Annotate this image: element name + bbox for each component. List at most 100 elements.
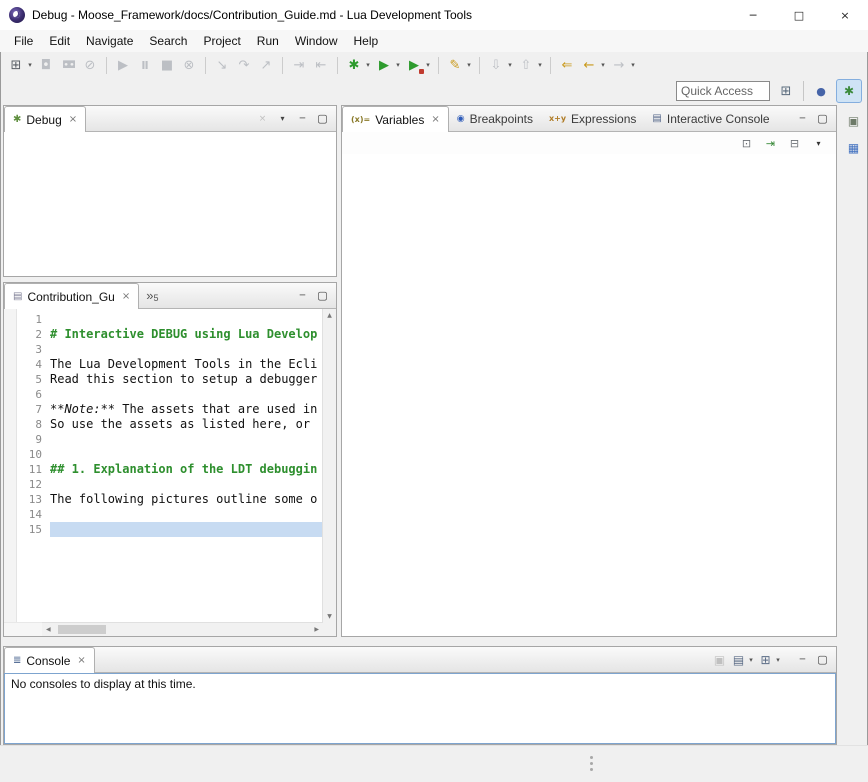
pin-console-icon[interactable]: ▣ (711, 651, 728, 668)
tab-console[interactable]: ≣ Console × (4, 647, 95, 673)
last-edit-location-icon[interactable]: ⇐ (557, 55, 577, 75)
tab-debug[interactable]: ✱ Debug × (4, 106, 86, 132)
debug-icon[interactable]: ✱ (344, 55, 364, 75)
maximize-icon[interactable]: ▢ (316, 289, 329, 302)
minimize-icon[interactable]: ─ (796, 653, 809, 666)
editor-text-area[interactable]: 12# Interactive DEBUG using Lua Develop3… (16, 309, 323, 623)
save-all-icon[interactable]: ◘◘ (58, 55, 78, 75)
editor-line[interactable]: 8So use the assets as listed here, or (16, 417, 323, 432)
open-console-icon[interactable]: ⊞ (757, 651, 774, 668)
lua-perspective-button[interactable]: ● (809, 80, 833, 102)
minimize-icon[interactable]: ─ (296, 289, 309, 302)
editor-line[interactable]: 2# Interactive DEBUG using Lua Develop (16, 327, 323, 342)
dropdown-arrow-icon[interactable]: ▾ (536, 61, 544, 69)
minimized-view-stack-icon[interactable]: ▣ (845, 112, 863, 130)
editor-line[interactable]: 3 (16, 342, 323, 357)
menu-item[interactable]: Search (141, 31, 195, 51)
run-to-line-icon[interactable]: ⇤ (311, 55, 331, 75)
skip-all-breakpoints-icon[interactable]: ⊘ (80, 55, 100, 75)
save-icon[interactable]: ◘ (36, 55, 56, 75)
menu-item[interactable]: Window (287, 31, 346, 51)
close-icon[interactable]: × (77, 655, 85, 666)
minimize-window-button[interactable]: ─ (730, 0, 776, 30)
dropdown-arrow-icon[interactable]: ▾ (424, 61, 432, 69)
step-over-icon[interactable]: ↷ (234, 55, 254, 75)
remove-all-terminated-icon[interactable]: × (256, 112, 269, 125)
dropdown-arrow-icon[interactable]: ▾ (506, 61, 514, 69)
dropdown-arrow-icon[interactable]: ▾ (629, 61, 637, 69)
dropdown-arrow-icon[interactable]: ▾ (774, 656, 782, 664)
hidden-tabs-indicator[interactable]: » 5 (139, 283, 165, 308)
maximize-icon[interactable]: ▢ (816, 653, 829, 666)
menu-item[interactable]: Edit (41, 31, 78, 51)
close-window-button[interactable]: × (822, 0, 868, 30)
editor-line[interactable]: 13The following pictures outline some o (16, 492, 323, 507)
editor-line[interactable]: 4The Lua Development Tools in the Ecli (16, 357, 323, 372)
view-menu-icon[interactable]: ▾ (810, 139, 827, 148)
next-annotation-icon[interactable]: ⇩ (486, 55, 506, 75)
sash-handle[interactable] (590, 756, 593, 759)
back-icon[interactable]: ← (579, 55, 599, 75)
close-icon[interactable]: × (431, 114, 439, 125)
view-menu-icon[interactable]: ▾ (276, 112, 289, 125)
scroll-down-icon[interactable]: ▼ (327, 613, 332, 620)
maximize-icon[interactable]: ▢ (816, 112, 829, 125)
tab-breakpoints[interactable]: ◉Breakpoints (449, 106, 541, 131)
editor-line[interactable]: 6 (16, 387, 323, 402)
show-type-names-icon[interactable]: ⊡ (738, 137, 755, 150)
collapse-all-icon[interactable]: ⊟ (786, 137, 803, 150)
step-return-icon[interactable]: ↗ (256, 55, 276, 75)
forward-icon[interactable]: → (609, 55, 629, 75)
pencil-icon[interactable]: ✎ (445, 55, 465, 75)
show-logical-structures-icon[interactable]: ⇥ (762, 137, 779, 150)
use-step-filters-icon[interactable]: ⇥ (289, 55, 309, 75)
scroll-left-icon[interactable]: ◀ (46, 626, 51, 633)
scrollbar-thumb[interactable] (58, 625, 106, 634)
editor-line[interactable]: 15 (16, 522, 323, 537)
quick-access-box[interactable]: Quick Access (676, 81, 770, 101)
maximize-icon[interactable]: ▢ (316, 112, 329, 125)
menu-item[interactable]: Navigate (78, 31, 141, 51)
close-icon[interactable]: × (122, 291, 130, 302)
menu-item[interactable]: File (6, 31, 41, 51)
editor-line[interactable]: 1 (16, 312, 323, 327)
horizontal-scrollbar[interactable]: ◀ ▶ (42, 622, 323, 636)
resume-icon[interactable]: ▶ (113, 55, 133, 75)
open-perspective-icon[interactable]: ⊞ (774, 80, 798, 102)
dropdown-arrow-icon[interactable]: ▾ (747, 656, 755, 664)
editor-line[interactable]: 14 (16, 507, 323, 522)
tab-contribution-guide[interactable]: ▤ Contribution_Gu × (4, 283, 139, 309)
display-selected-console-icon[interactable]: ▤ (730, 651, 747, 668)
dropdown-arrow-icon[interactable]: ▾ (364, 61, 372, 69)
tab-expressions[interactable]: x+yExpressions (541, 106, 644, 131)
tab-interactive-console[interactable]: ▤Interactive Console (644, 106, 777, 131)
menu-item[interactable]: Run (249, 31, 287, 51)
dropdown-arrow-icon[interactable]: ▾ (26, 61, 34, 69)
maximize-window-button[interactable]: □ (776, 0, 822, 30)
editor-line[interactable]: 5Read this section to setup a debugger (16, 372, 323, 387)
previous-annotation-icon[interactable]: ⇧ (516, 55, 536, 75)
vertical-scrollbar[interactable]: ▲ ▼ (322, 309, 336, 623)
dropdown-arrow-icon[interactable]: ▾ (465, 61, 473, 69)
terminate-icon[interactable]: ■ (157, 55, 177, 75)
scroll-up-icon[interactable]: ▲ (327, 312, 332, 319)
tab-variables[interactable]: (x)=Variables× (342, 106, 449, 132)
menu-item[interactable]: Help (346, 31, 387, 51)
external-tools-icon[interactable]: ▶ (404, 55, 424, 75)
minimize-icon[interactable]: ─ (296, 112, 309, 125)
dropdown-arrow-icon[interactable]: ▾ (394, 61, 402, 69)
editor-line[interactable]: 11## 1. Explanation of the LDT debuggin (16, 462, 323, 477)
minimized-table-view-icon[interactable]: ▦ (845, 139, 863, 157)
dropdown-arrow-icon[interactable]: ▾ (599, 61, 607, 69)
run-icon[interactable]: ▶ (374, 55, 394, 75)
menu-item[interactable]: Project (195, 31, 248, 51)
debug-perspective-button[interactable]: ✱ (836, 79, 862, 103)
scroll-right-icon[interactable]: ▶ (314, 626, 319, 633)
editor-line[interactable]: 10 (16, 447, 323, 462)
editor-line[interactable]: 7**Note:** The assets that are used in (16, 402, 323, 417)
editor-line[interactable]: 12 (16, 477, 323, 492)
disconnect-icon[interactable]: ⊗ (179, 55, 199, 75)
minimize-icon[interactable]: ─ (796, 112, 809, 125)
close-icon[interactable]: × (69, 114, 77, 125)
suspend-icon[interactable]: Ⅱ (135, 55, 155, 75)
